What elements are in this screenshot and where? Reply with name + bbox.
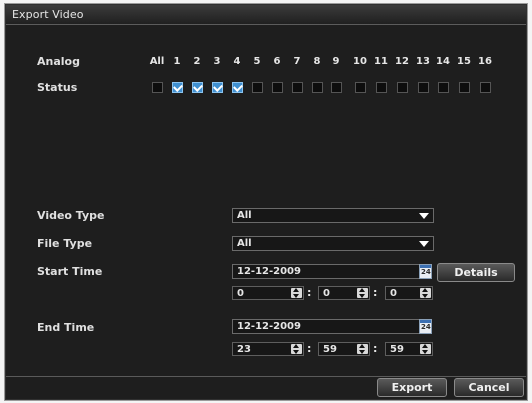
channel-label: 2 [193, 56, 201, 67]
channel-label: 9 [332, 56, 340, 67]
calendar-icon-text: 24 [421, 323, 431, 331]
spinner-arrows-icon[interactable] [420, 344, 431, 354]
end-hour-spinner[interactable]: 23 [232, 342, 304, 356]
dropdown-arrow-icon [419, 213, 429, 219]
spinner-arrows-icon[interactable] [291, 344, 302, 354]
channel-label: 14 [436, 56, 450, 67]
channel-label: 16 [478, 56, 492, 67]
channel-checkbox[interactable] [312, 82, 323, 93]
spinner-arrows-icon[interactable] [420, 288, 431, 298]
channel-checkbox[interactable] [192, 82, 203, 93]
file-type-select[interactable]: All [232, 236, 434, 251]
channel-checkbox[interactable] [480, 82, 491, 93]
footer-divider [6, 376, 526, 377]
end-time-label: End Time [37, 321, 95, 334]
start-hour-value: 0 [237, 288, 244, 299]
channel-label: 15 [457, 56, 471, 67]
dialog-titlebar: Export Video [6, 5, 526, 25]
spinner-arrows-icon[interactable] [291, 288, 302, 298]
channel-checkbox[interactable] [438, 82, 449, 93]
time-separator: : [373, 342, 378, 355]
channel-checkbox[interactable] [232, 82, 243, 93]
end-second-value: 59 [390, 344, 404, 355]
channel-label: 5 [253, 56, 261, 67]
channel-checkbox[interactable] [212, 82, 223, 93]
start-date-value: 12-12-2009 [237, 266, 301, 277]
video-type-select[interactable]: All [232, 208, 434, 223]
channel-label: All [149, 56, 165, 67]
start-second-value: 0 [390, 288, 397, 299]
channel-label: 8 [313, 56, 321, 67]
channel-checkbox[interactable] [459, 82, 470, 93]
channel-checkbox[interactable] [355, 82, 366, 93]
channel-checkbox[interactable] [331, 82, 342, 93]
video-type-label: Video Type [37, 209, 105, 222]
channel-label: 1 [173, 56, 181, 67]
time-separator: : [307, 342, 312, 355]
channel-label: 7 [293, 56, 301, 67]
end-hour-value: 23 [237, 344, 251, 355]
channel-checkbox[interactable] [172, 82, 183, 93]
end-date-value: 12-12-2009 [237, 321, 301, 332]
video-type-value: All [237, 210, 252, 221]
end-calendar-icon[interactable]: 24 [419, 319, 432, 334]
spinner-arrows-icon[interactable] [357, 288, 368, 298]
channel-checkbox[interactable] [292, 82, 303, 93]
start-minute-spinner[interactable]: 0 [318, 286, 370, 300]
start-date-field[interactable]: 12-12-2009 [232, 264, 420, 279]
export-button[interactable]: Export [377, 378, 447, 397]
channel-label: 6 [273, 56, 281, 67]
end-date-field[interactable]: 12-12-2009 [232, 319, 420, 334]
channel-checkbox[interactable] [252, 82, 263, 93]
start-time-label: Start Time [37, 265, 103, 278]
status-label: Status [37, 81, 78, 94]
channel-label: 4 [233, 56, 241, 67]
analog-label: Analog [37, 55, 80, 68]
cancel-button[interactable]: Cancel [454, 378, 524, 397]
spinner-arrows-icon[interactable] [357, 344, 368, 354]
channel-checkbox[interactable] [272, 82, 283, 93]
dialog-title: Export Video [12, 8, 84, 21]
channel-checkbox[interactable] [376, 82, 387, 93]
start-second-spinner[interactable]: 0 [385, 286, 433, 300]
start-minute-value: 0 [323, 288, 330, 299]
end-minute-value: 59 [323, 344, 337, 355]
channel-label: 11 [374, 56, 388, 67]
dropdown-arrow-icon [419, 241, 429, 247]
file-type-label: File Type [37, 237, 93, 250]
export-video-dialog: Export Video Analog Status All 1 2 3 4 5 6 7 8 9 1… [4, 3, 528, 401]
time-separator: : [307, 286, 312, 299]
details-button[interactable]: Details [437, 263, 515, 282]
channel-checkbox[interactable] [397, 82, 408, 93]
channel-label: 12 [395, 56, 409, 67]
start-hour-spinner[interactable]: 0 [232, 286, 304, 300]
channel-label: 13 [416, 56, 430, 67]
channel-label: 10 [353, 56, 367, 67]
channel-label: 3 [213, 56, 221, 67]
end-minute-spinner[interactable]: 59 [318, 342, 370, 356]
channel-checkbox[interactable] [152, 82, 163, 93]
channel-checkbox[interactable] [418, 82, 429, 93]
start-calendar-icon[interactable]: 24 [419, 264, 432, 279]
end-second-spinner[interactable]: 59 [385, 342, 433, 356]
calendar-icon-text: 24 [421, 268, 431, 276]
time-separator: : [373, 286, 378, 299]
file-type-value: All [237, 238, 252, 249]
